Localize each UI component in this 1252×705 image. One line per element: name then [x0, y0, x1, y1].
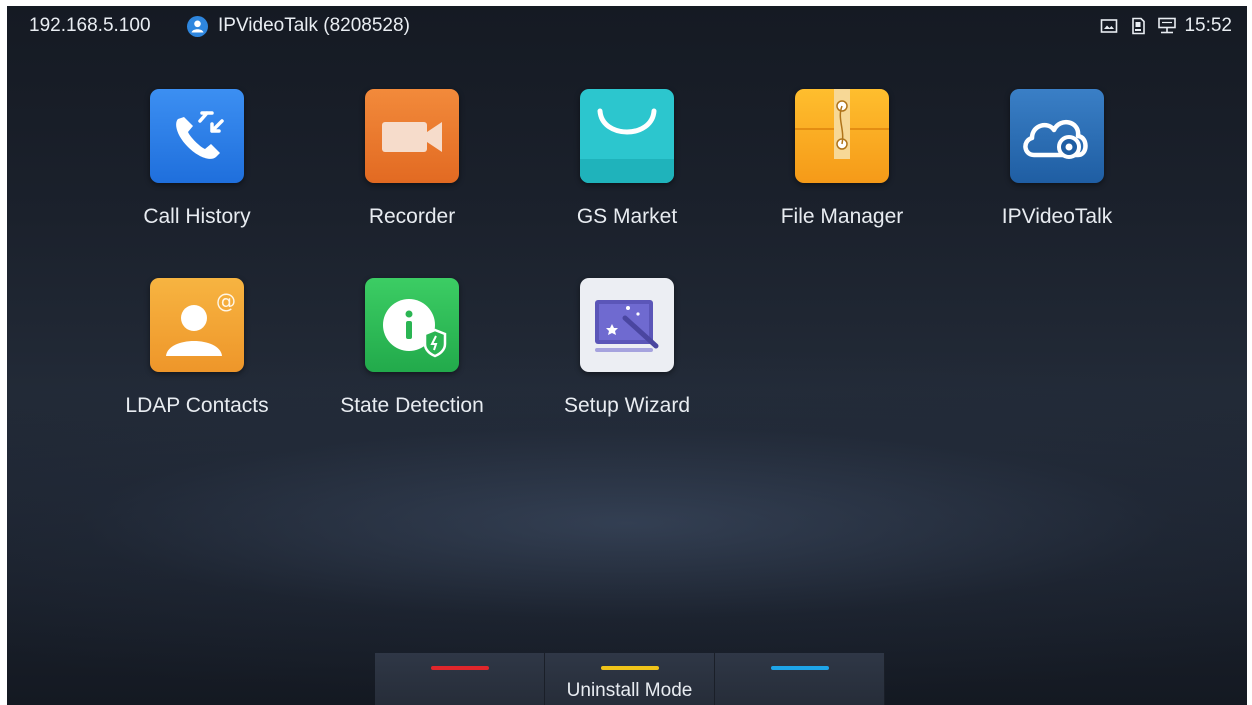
status-bar: 192.168.5.100 IPVideoTalk (8208528) 15:5… [7, 6, 1247, 46]
svg-text:@: @ [216, 289, 236, 313]
recorder-icon [365, 89, 459, 183]
app-setup-wizard[interactable]: Setup Wizard [527, 278, 727, 438]
softkey-bar: Uninstall Mode [375, 653, 885, 705]
ipvideotalk-icon [1010, 89, 1104, 183]
screen-icon [1101, 19, 1118, 33]
account-label: IPVideoTalk (8208528) [218, 15, 410, 36]
call-history-icon [150, 89, 244, 183]
app-label: Setup Wizard [563, 394, 691, 417]
sd-card-icon [1131, 17, 1145, 35]
account-circle-icon [187, 16, 208, 37]
softkey-label: Uninstall Mode [566, 680, 693, 701]
file-manager-icon [795, 89, 889, 183]
clock: 15:52 [1184, 15, 1232, 36]
app-label: GS Market [576, 205, 678, 228]
app-label: LDAP Contacts [125, 394, 269, 417]
app-file-manager[interactable]: File Manager [742, 89, 942, 249]
ip-address: 192.168.5.100 [29, 15, 151, 36]
app-ldap-contacts[interactable]: @ LDAP Contacts [97, 278, 297, 438]
ldap-contacts-icon: @ [150, 278, 244, 372]
app-label: State Detection [340, 394, 484, 417]
network-icon [1158, 17, 1176, 34]
softkey-blue[interactable] [715, 653, 885, 705]
app-label: File Manager [780, 205, 904, 228]
app-label: Recorder [368, 205, 456, 228]
app-recorder[interactable]: Recorder [312, 89, 512, 249]
app-state-detection[interactable]: State Detection [312, 278, 512, 438]
red-key-indicator [431, 666, 489, 670]
gs-market-icon [580, 89, 674, 183]
yellow-key-indicator [601, 666, 659, 670]
app-ipvideotalk[interactable]: IPVideoTalk [957, 89, 1157, 249]
state-detection-icon [365, 278, 459, 372]
setup-wizard-icon [580, 278, 674, 372]
softkey-yellow[interactable]: Uninstall Mode [545, 653, 715, 705]
softkey-red[interactable] [375, 653, 545, 705]
app-label: Call History [143, 205, 251, 228]
app-gs-market[interactable]: GS Market [527, 89, 727, 249]
app-call-history[interactable]: Call History [97, 89, 297, 249]
app-label: IPVideoTalk [1001, 205, 1113, 228]
blue-key-indicator [771, 666, 829, 670]
home-screen: 192.168.5.100 IPVideoTalk (8208528) 15:5… [7, 6, 1247, 705]
system-icons [1094, 17, 1177, 39]
